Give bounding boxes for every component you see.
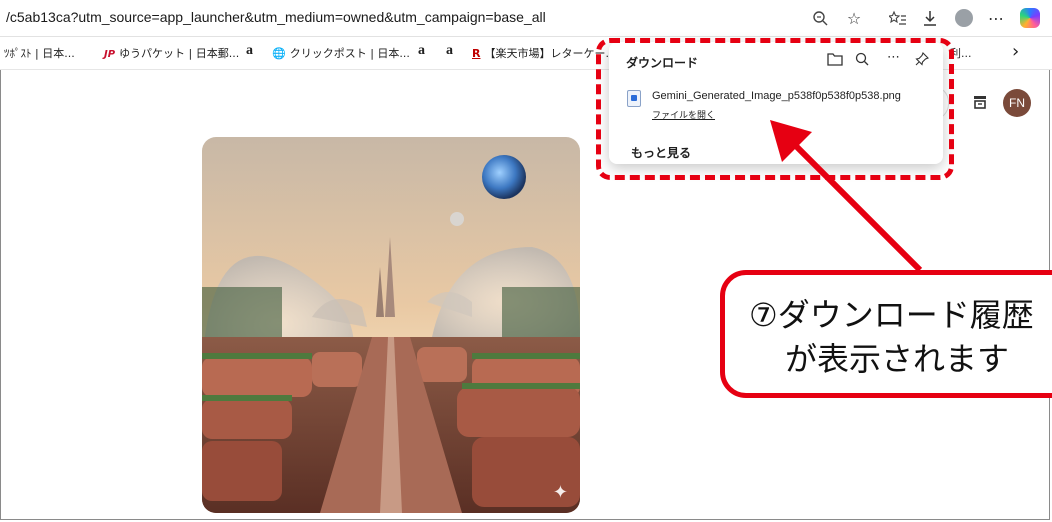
- amazon-bookmark[interactable]: a: [418, 43, 425, 59]
- globe-icon: 🌐: [272, 47, 286, 60]
- bookmarks-overflow-icon[interactable]: ›: [1012, 41, 1019, 62]
- url-text[interactable]: /c5ab13ca?utm_source=app_launcher&utm_me…: [6, 9, 546, 25]
- bookmark-item[interactable]: ﾂﾎﾟｽﾄ | 日本...: [4, 45, 75, 61]
- profile-icon[interactable]: [952, 6, 976, 30]
- rakuten-icon: R: [472, 47, 481, 60]
- favorite-star-icon[interactable]: ☆: [842, 6, 866, 30]
- callout-line2: が表示されます: [785, 340, 1010, 378]
- annotation-callout: ⑦ダウンロード履歴 が表示されます: [720, 270, 1052, 398]
- download-icon[interactable]: [918, 6, 942, 30]
- japanpost-icon: JP: [104, 49, 116, 60]
- copilot-icon[interactable]: [1018, 6, 1042, 30]
- generated-image[interactable]: ✦: [202, 137, 580, 513]
- callout-line1: ⑦ダウンロード履歴: [749, 296, 1034, 334]
- annotation-arrow: [770, 120, 923, 273]
- bookmark-item[interactable]: R 【楽天市場】レターケー...: [472, 45, 616, 61]
- amazon-bookmark[interactable]: a: [246, 43, 253, 59]
- amazon-bookmark[interactable]: a: [446, 43, 453, 59]
- sparkle-icon: ✦: [552, 482, 568, 503]
- bookmark-item[interactable]: JP ゆうパケット | 日本郵...: [104, 45, 239, 61]
- more-icon[interactable]: ⋯: [984, 6, 1008, 30]
- history-icon[interactable]: [972, 94, 988, 114]
- bookmark-item[interactable]: 🌐 クリックポスト | 日本...: [272, 45, 410, 61]
- bookmark-label: ゆうパケット | 日本郵...: [119, 47, 240, 60]
- favorites-list-icon[interactable]: [886, 6, 910, 30]
- avatar[interactable]: FN: [1003, 89, 1031, 117]
- zoom-icon[interactable]: [808, 6, 832, 30]
- address-bar: /c5ab13ca?utm_source=app_launcher&utm_me…: [0, 0, 1052, 37]
- bookmark-label: クリックポスト | 日本...: [289, 47, 410, 60]
